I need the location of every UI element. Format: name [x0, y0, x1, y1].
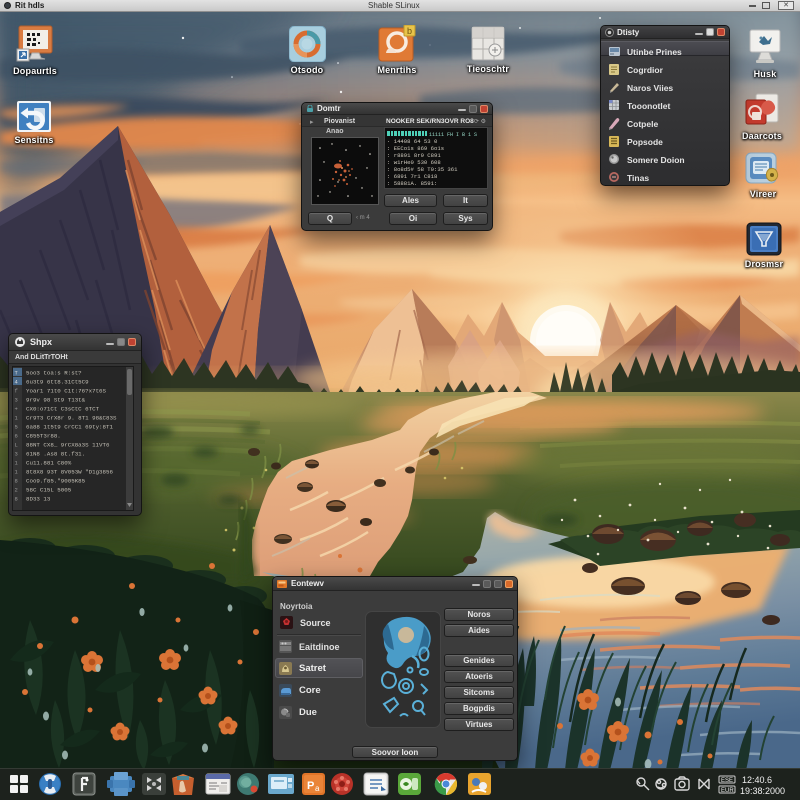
svg-text:P: P — [307, 780, 314, 792]
svg-text:9r9v 98 St9 T13t&: 9r9v 98 St9 T13t& — [26, 397, 86, 404]
svg-text:Somere Doion: Somere Doion — [627, 155, 685, 165]
svg-text:Cotpele: Cotpele — [627, 119, 658, 129]
svg-text:Naros Viies: Naros Viies — [627, 83, 673, 93]
svg-text:2: 2 — [15, 487, 18, 494]
svg-text:: 6891 7r1 C818: : 6891 7r1 C818 — [387, 173, 437, 180]
svg-text:Cogrdior: Cogrdior — [627, 65, 664, 75]
svg-text:88NT CX8_ 9rCX8a3S 11VT6: 88NT CX8_ 9rCX8a3S 11VT6 — [26, 442, 110, 449]
svg-text:Tooonotlet: Tooonotlet — [627, 101, 670, 111]
svg-text:8t8X8 93T 8V053W "D1g3856: 8t8X8 93T 8V053W "D1g3856 — [26, 469, 113, 476]
svg-text:: w1rHe0 530 608: : w1rHe0 530 608 — [387, 159, 441, 166]
svg-text:f: f — [15, 388, 18, 395]
svg-text:EUR: EUR — [721, 788, 734, 794]
svg-text:6: 6 — [15, 433, 18, 440]
svg-text:Tinas: Tinas — [627, 173, 649, 183]
svg-text:+: + — [15, 406, 18, 413]
svg-text:8D33 13: 8D33 13 — [26, 496, 51, 503]
svg-text:5oo3 toa:s R:st?: 5oo3 toa:s R:st? — [26, 370, 82, 377]
svg-text:8: 8 — [15, 496, 18, 503]
svg-text:· 14408 64 53 0: · 14408 64 53 0 — [387, 138, 438, 145]
svg-text:: 8o8d5# 58 T0:35 361: : 8o8d5# 58 T0:35 361 — [387, 166, 458, 173]
svg-text:a: a — [315, 784, 320, 793]
svg-text:CX0:o71Ct C3sCtC 6TCT: CX0:o71Ct C3sCtC 6TCT — [26, 406, 100, 413]
svg-text:Cu11.881 C80%: Cu11.881 C80% — [26, 460, 72, 467]
svg-text:C855T3r88.: C855T3r88. — [26, 433, 61, 440]
svg-text:Yoar1 71t0 C1t:76?x7t6S: Yoar1 71t0 C1t:76?x7t6S — [26, 388, 107, 395]
svg-text:Coo9.f85."9005K85: Coo9.f85."9005K85 — [26, 478, 86, 485]
svg-text:: 58881A. 8591:: : 58881A. 8591: — [387, 180, 437, 187]
svg-text:ESE: ESE — [721, 778, 733, 784]
svg-text:5: 5 — [15, 424, 18, 431]
svg-text:Popsode: Popsode — [627, 137, 663, 147]
svg-text:58C C15L 5005: 58C C15L 5005 — [26, 487, 72, 494]
svg-text:Utinbe Prines: Utinbe Prines — [627, 47, 682, 57]
svg-text:b: b — [407, 26, 412, 36]
svg-text:6a88 1t5t9 CrCC1 69ty:8T1: 6a88 1t5t9 CrCC1 69ty:8T1 — [26, 424, 113, 431]
svg-text:8: 8 — [15, 478, 18, 485]
svg-text:: r8891 8r9 C891: : r8891 8r9 C891 — [387, 152, 441, 159]
svg-text:: EECo1s 869 6o1s: : EECo1s 869 6o1s — [387, 145, 444, 152]
svg-text:3: 3 — [15, 451, 18, 458]
svg-text:Cr9T3 CrX8r 9. 8T1 98&C83S: Cr9T3 CrX8r 9. 8T1 98&C83S — [26, 415, 117, 422]
svg-text:12:40.6: 12:40.6 — [742, 775, 772, 785]
svg-text:6u3t9 6tt8.31Ct5C9: 6u3t9 6tt8.31Ct5C9 — [26, 379, 89, 386]
svg-text:3: 3 — [15, 397, 18, 404]
svg-text:L: L — [15, 442, 18, 449]
svg-text:19:38:2000: 19:38:2000 — [740, 786, 785, 796]
svg-text:61N8 .As8 8t.f31.: 61N8 .As8 8t.f31. — [26, 451, 85, 458]
